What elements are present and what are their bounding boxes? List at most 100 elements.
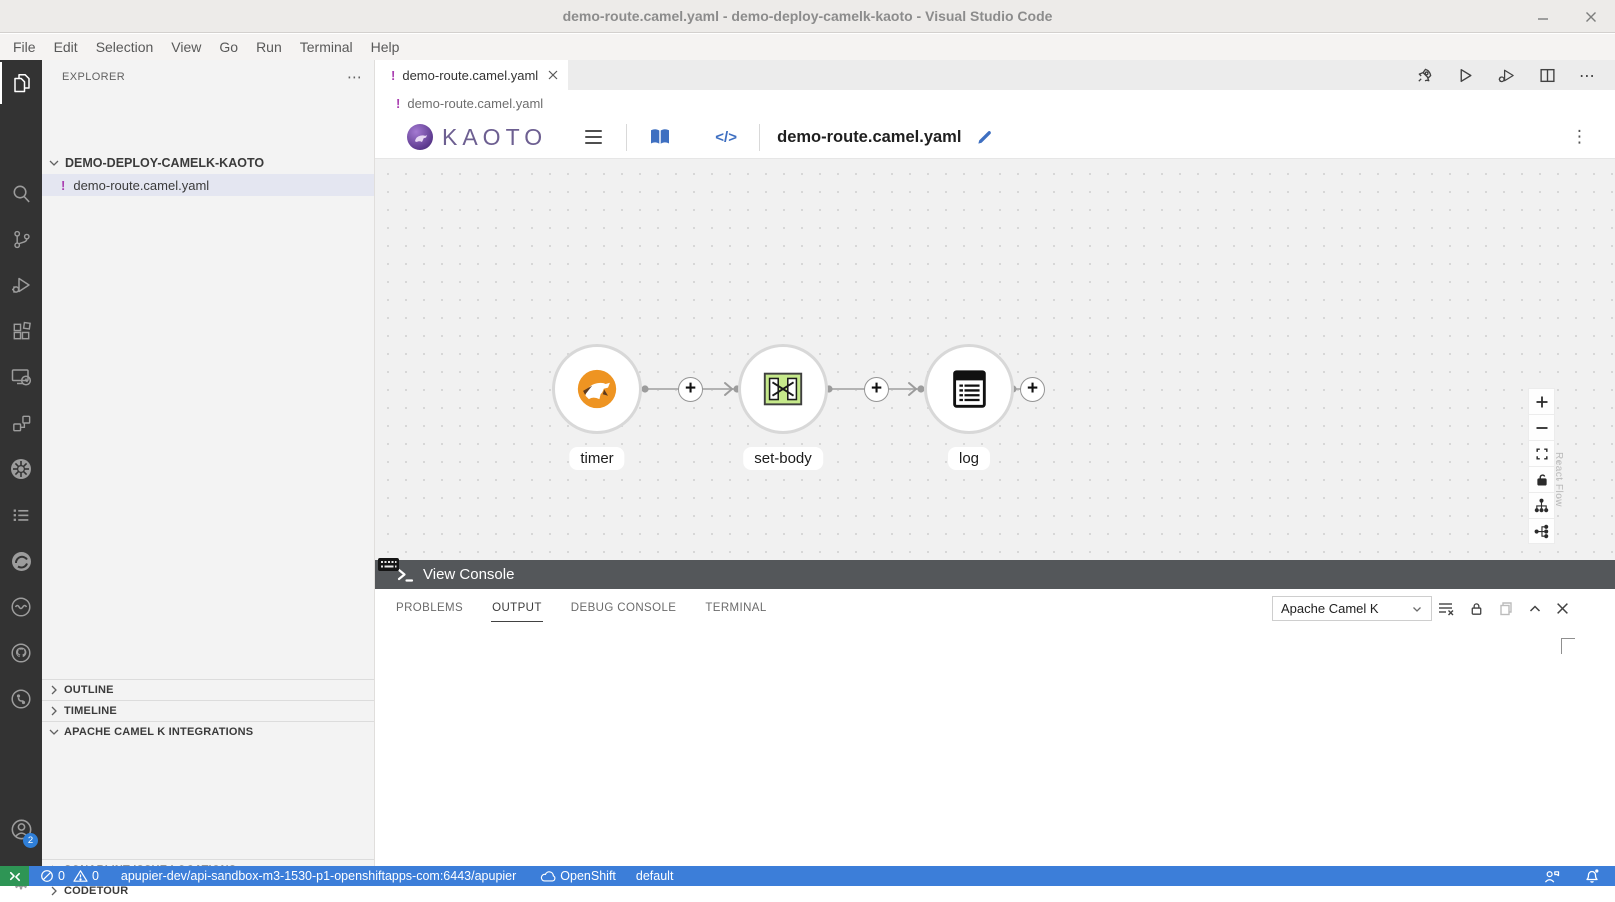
symbols-icon[interactable] <box>0 402 42 444</box>
menu-help[interactable]: Help <box>362 37 409 57</box>
source-code-icon[interactable]: </> <box>693 129 759 146</box>
keyboard-icon <box>378 558 399 571</box>
openshift-status[interactable]: OpenShift <box>533 866 623 886</box>
kaoto-menu-icon[interactable] <box>585 130 602 145</box>
menu-selection[interactable]: Selection <box>87 37 163 57</box>
file-name: demo-route.camel.yaml <box>73 178 209 193</box>
kaoto-flow-canvas[interactable]: + + + timer set-body log <box>375 159 1615 560</box>
workspace-folder-row[interactable]: DEMO-DEPLOY-CAMELK-KAOTO <box>42 152 374 174</box>
log-icon <box>946 366 992 412</box>
notifications-button[interactable] <box>1577 866 1607 886</box>
clear-output-icon[interactable] <box>1438 601 1455 616</box>
node-timer[interactable] <box>552 344 642 434</box>
horizontal-layout-button[interactable] <box>1528 518 1555 544</box>
codetour-icon[interactable] <box>0 678 42 720</box>
remote-indicator[interactable] <box>0 866 29 886</box>
minimize-button[interactable] <box>1537 11 1549 23</box>
run-icon[interactable] <box>1457 67 1474 84</box>
debug-icon[interactable] <box>1497 66 1516 85</box>
close-panel-icon[interactable] <box>1556 602 1569 615</box>
kaoto-kebab-menu-icon[interactable]: ⋮ <box>1571 127 1589 147</box>
breadcrumb[interactable]: ! demo-route.camel.yaml <box>375 90 1615 116</box>
tab-close-icon[interactable] <box>548 70 558 80</box>
node-label-timer: timer <box>569 447 624 470</box>
append-step-button[interactable]: + <box>678 377 703 402</box>
catalog-book-icon[interactable] <box>627 128 693 146</box>
kaoto-logo <box>407 124 433 150</box>
tab-label: demo-route.camel.yaml <box>402 68 538 83</box>
output-scroll-corner <box>1561 638 1575 654</box>
timer-camel-icon <box>574 366 620 412</box>
more-actions-icon[interactable]: ⋯ <box>1579 66 1595 85</box>
openshift-icon[interactable] <box>0 540 42 582</box>
open-output-in-editor-icon[interactable] <box>1498 601 1514 617</box>
section-timeline[interactable]: TIMELINE <box>42 700 374 721</box>
zoom-out-button[interactable] <box>1528 414 1555 440</box>
menu-run[interactable]: Run <box>247 37 291 57</box>
node-label-set-body: set-body <box>743 447 823 470</box>
remote-explorer-icon[interactable] <box>0 356 42 398</box>
node-set-body[interactable] <box>738 344 828 434</box>
split-editor-icon[interactable] <box>1539 67 1556 84</box>
workspace-folder-label: DEMO-DEPLOY-CAMELK-KAOTO <box>65 156 264 170</box>
lock-scrolling-icon[interactable] <box>1469 601 1484 617</box>
camel-file-icon: ! <box>396 96 400 111</box>
bottom-panel: PROBLEMS OUTPUT DEBUG CONSOLE TERMINAL A… <box>375 589 1615 866</box>
explorer-sidebar: EXPLORER ⋯ DEMO-DEPLOY-CAMELK-KAOTO ! de… <box>42 60 375 866</box>
deploy-rocket-icon[interactable] <box>1415 66 1434 85</box>
kubernetes-icon[interactable] <box>0 448 42 490</box>
breadcrumb-item[interactable]: demo-route.camel.yaml <box>407 96 543 111</box>
file-row-demo-route[interactable]: ! demo-route.camel.yaml <box>42 174 374 196</box>
section-outline[interactable]: OUTLINE <box>42 679 374 700</box>
view-console-label: View Console <box>423 566 514 583</box>
edit-pencil-icon[interactable] <box>976 129 993 146</box>
panel-tab-output[interactable]: OUTPUT <box>491 593 543 622</box>
chevron-down-icon <box>46 155 62 171</box>
vertical-layout-button[interactable] <box>1528 492 1555 518</box>
source-control-icon[interactable] <box>0 218 42 260</box>
chevron-down-icon <box>1411 603 1423 615</box>
extensions-icon[interactable] <box>0 310 42 352</box>
namespace-status[interactable]: default <box>629 866 681 886</box>
title-bar: demo-route.camel.yaml - demo-deploy-came… <box>0 0 1615 33</box>
run-debug-icon[interactable] <box>0 264 42 306</box>
explorer-header: EXPLORER ⋯ <box>42 60 374 93</box>
accounts-icon[interactable]: 2 <box>0 808 42 850</box>
zoom-in-button[interactable] <box>1528 388 1555 414</box>
tab-demo-route[interactable]: ! demo-route.camel.yaml <box>375 60 568 90</box>
section-label: CODETOUR <box>64 885 128 897</box>
namespace-text: default <box>636 869 674 883</box>
problems-status[interactable]: 0 0 <box>33 866 106 886</box>
menu-file[interactable]: File <box>4 37 45 57</box>
fit-view-button[interactable] <box>1528 440 1555 466</box>
feedback-button[interactable] <box>1536 866 1567 886</box>
explorer-icon[interactable] <box>0 62 42 104</box>
panel-tabs: PROBLEMS OUTPUT DEBUG CONSOLE TERMINAL <box>375 589 768 625</box>
explorer-more-actions-icon[interactable]: ⋯ <box>347 68 362 86</box>
view-console-bar[interactable]: View Console <box>375 560 1615 589</box>
append-step-button[interactable]: + <box>1020 377 1045 402</box>
flow-controls <box>1528 388 1555 544</box>
search-icon[interactable] <box>0 172 42 214</box>
menu-terminal[interactable]: Terminal <box>291 37 362 57</box>
github-icon[interactable] <box>0 632 42 674</box>
panel-tab-debug-console[interactable]: DEBUG CONSOLE <box>570 593 678 622</box>
node-log[interactable] <box>924 344 1014 434</box>
maximize-panel-icon[interactable] <box>1528 602 1542 616</box>
menu-go[interactable]: Go <box>210 37 247 57</box>
panel-tab-problems[interactable]: PROBLEMS <box>395 593 464 622</box>
panel-tab-terminal[interactable]: TERMINAL <box>704 593 767 622</box>
append-step-button[interactable]: + <box>864 377 889 402</box>
sonarlint-icon[interactable] <box>0 586 42 628</box>
lock-toggle-button[interactable] <box>1528 466 1555 492</box>
menu-view[interactable]: View <box>162 37 210 57</box>
integrations-list-icon[interactable] <box>0 494 42 536</box>
accounts-badge: 2 <box>23 833 38 848</box>
close-button[interactable] <box>1585 11 1597 23</box>
section-camelk-integrations[interactable]: APACHE CAMEL K INTEGRATIONS <box>42 721 374 742</box>
menu-edit[interactable]: Edit <box>45 37 87 57</box>
bell-icon <box>1584 868 1600 884</box>
kube-context-status[interactable]: apupier-dev/api-sandbox-m3-1530-p1-opens… <box>114 866 523 886</box>
editor-tab-bar: ! demo-route.camel.yaml ⋯ <box>375 60 1615 90</box>
output-channel-select[interactable]: Apache Camel K <box>1272 596 1432 621</box>
